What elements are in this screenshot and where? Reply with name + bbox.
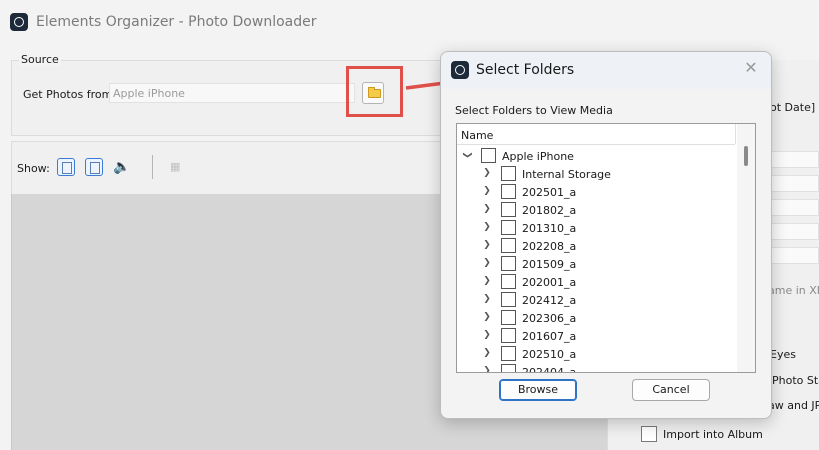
tree-row[interactable]: ❯ 202412_a: [457, 291, 735, 309]
show-label: Show:: [17, 162, 50, 175]
tree-label: 201802_a: [522, 204, 577, 217]
tree-label: 202501_a: [522, 186, 577, 199]
cancel-button[interactable]: Cancel: [632, 379, 710, 401]
tree-label: 202001_a: [522, 276, 577, 289]
tree-label: 202208_a: [522, 240, 577, 253]
import-into-album-label: Import into Album: [663, 428, 763, 441]
chevron-right-icon[interactable]: ❯: [481, 167, 493, 179]
folder-tree[interactable]: Name ❯ Apple iPhone ❯ Internal Storage ❯…: [456, 123, 756, 373]
tree-row[interactable]: ❯ 201607_a: [457, 327, 735, 345]
tree-row-root[interactable]: ❯ Apple iPhone: [457, 147, 735, 165]
column-separator: [735, 124, 736, 144]
show-photos-toggle[interactable]: [57, 158, 75, 176]
tree-label: 202510_a: [522, 348, 577, 361]
tree-row[interactable]: ❯ 202208_a: [457, 237, 735, 255]
show-videos-toggle[interactable]: [85, 158, 103, 176]
tree-column-header[interactable]: Name: [457, 124, 735, 145]
tree-row[interactable]: ❯ Internal Storage: [457, 165, 735, 183]
dialog-instruction: Select Folders to View Media: [455, 104, 613, 117]
tree-checkbox[interactable]: [501, 184, 516, 199]
tree-label: 202404_a: [522, 366, 577, 373]
tree-checkbox[interactable]: [501, 202, 516, 217]
import-into-album-checkbox[interactable]: [641, 426, 657, 442]
date-option-text: ot Date]: [770, 101, 816, 114]
tree-checkbox[interactable]: [501, 166, 516, 181]
chevron-right-icon[interactable]: ❯: [481, 293, 493, 305]
app-logo-icon: [10, 13, 28, 31]
get-photos-from-label: Get Photos from:: [23, 88, 117, 101]
tree-checkbox[interactable]: [501, 292, 516, 307]
tree-checkbox[interactable]: [501, 274, 516, 289]
device-select[interactable]: Apple iPhone: [109, 83, 355, 103]
tree-label: Apple iPhone: [502, 150, 574, 163]
tree-row[interactable]: ❯ 202306_a: [457, 309, 735, 327]
tree-row[interactable]: ❯ 202510_a: [457, 345, 735, 363]
photo-stack-option-text: Photo Sta: [772, 374, 819, 387]
dialog-app-icon: [451, 61, 469, 79]
tree-checkbox[interactable]: [501, 310, 516, 325]
filter-icon[interactable]: ▦: [170, 160, 186, 174]
chevron-right-icon[interactable]: ❯: [481, 365, 493, 372]
video-icon: [90, 162, 100, 174]
chevron-right-icon[interactable]: ❯: [481, 221, 493, 233]
tree-row[interactable]: ❯ 202501_a: [457, 183, 735, 201]
tree-checkbox[interactable]: [481, 148, 496, 163]
tree-label: 201509_a: [522, 258, 577, 271]
tree-label: 202412_a: [522, 294, 577, 307]
tree-label: 201310_a: [522, 222, 577, 235]
tree-row[interactable]: ❯ 202001_a: [457, 273, 735, 291]
dialog-title: Select Folders: [476, 62, 575, 78]
chevron-right-icon[interactable]: ❯: [481, 239, 493, 251]
source-group-label: Source: [19, 53, 61, 66]
tree-checkbox[interactable]: [501, 256, 516, 271]
name-column-label: Name: [461, 129, 494, 142]
toolbar-divider: [152, 155, 153, 179]
select-folders-dialog: Select Folders ✕ Select Folders to View …: [440, 51, 772, 419]
option-field[interactable]: [770, 151, 819, 168]
show-audio-toggle[interactable]: 🔈: [113, 158, 133, 176]
option-field[interactable]: [770, 223, 819, 240]
tree-label: 202306_a: [522, 312, 577, 325]
chevron-right-icon[interactable]: ❯: [481, 329, 493, 341]
option-field[interactable]: [770, 247, 819, 264]
tree-row[interactable]: ❯ 201509_a: [457, 255, 735, 273]
chevron-right-icon[interactable]: ❯: [481, 275, 493, 287]
tree-checkbox[interactable]: [501, 238, 516, 253]
close-icon[interactable]: ✕: [741, 58, 761, 78]
tree-label: 201607_a: [522, 330, 577, 343]
scrollbar-thumb[interactable]: [744, 146, 748, 166]
chevron-right-icon[interactable]: ❯: [481, 311, 493, 323]
chevron-right-icon[interactable]: ❯: [481, 257, 493, 269]
tree-label: Internal Storage: [522, 168, 611, 181]
tree-checkbox[interactable]: [501, 346, 516, 361]
tree-scrollbar[interactable]: [737, 124, 755, 372]
callout-highlight-box: [346, 66, 403, 117]
tree-checkbox[interactable]: [501, 328, 516, 343]
tree-row[interactable]: ❯ 201310_a: [457, 219, 735, 237]
chevron-down-icon[interactable]: ❯: [461, 149, 473, 161]
window-title: Elements Organizer - Photo Downloader: [36, 14, 317, 30]
tree-checkbox[interactable]: [501, 364, 516, 372]
option-field[interactable]: [770, 199, 819, 216]
browse-button[interactable]: Browse: [499, 379, 577, 401]
tree-row[interactable]: ❯ 202404_a: [457, 363, 735, 373]
red-eyes-option-text: Eyes: [770, 348, 796, 361]
tree-row[interactable]: ❯ 201802_a: [457, 201, 735, 219]
chevron-right-icon[interactable]: ❯: [481, 347, 493, 359]
tree-checkbox[interactable]: [501, 220, 516, 235]
option-field[interactable]: [770, 175, 819, 192]
xmp-option-text: ame in XM: [768, 284, 819, 297]
chevron-right-icon[interactable]: ❯: [481, 185, 493, 197]
chevron-right-icon[interactable]: ❯: [481, 203, 493, 215]
photo-icon: [62, 162, 72, 174]
raw-jpeg-option-text: aw and JPE: [768, 399, 819, 412]
